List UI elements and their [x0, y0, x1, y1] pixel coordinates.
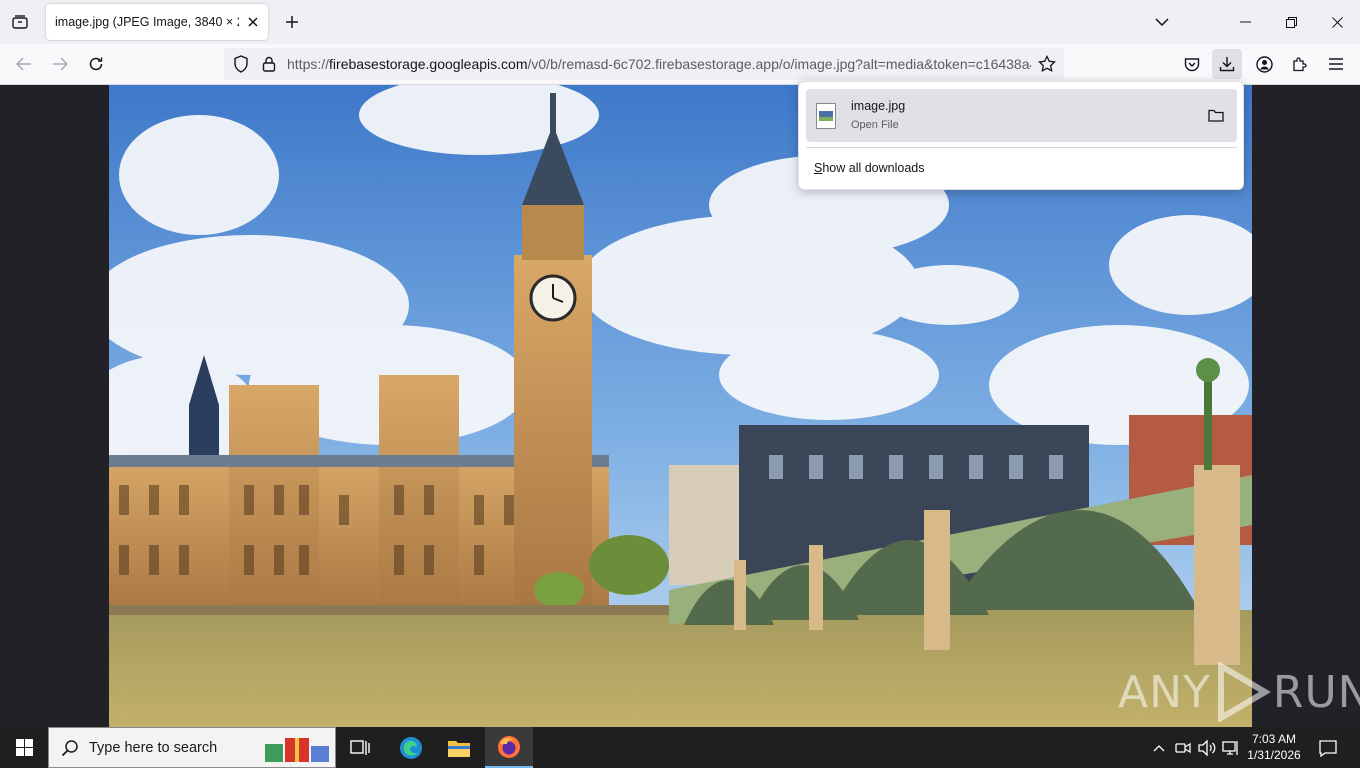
lock-icon[interactable] [260, 55, 278, 73]
downloads-button[interactable] [1212, 49, 1242, 79]
download-file-name: image.jpg [851, 99, 906, 113]
firefox-icon [498, 735, 520, 758]
app-menu-button[interactable] [1321, 49, 1351, 79]
pocket-icon [1184, 57, 1200, 71]
watermark-right: RUN [1272, 666, 1360, 718]
nav-bar: https://firebasestorage.googleapis.com/v… [0, 44, 1360, 85]
new-tab-button[interactable] [278, 8, 306, 36]
url-bar[interactable]: https://firebasestorage.googleapis.com/v… [224, 48, 1064, 80]
pocket-button[interactable] [1177, 49, 1207, 79]
extensions-button[interactable] [1285, 49, 1315, 79]
close-window-button[interactable] [1314, 0, 1360, 44]
start-button[interactable] [0, 727, 48, 768]
tab-list-button[interactable] [6, 8, 34, 36]
tab-active[interactable]: image.jpg (JPEG Image, 3840 × 2160 pixel… [46, 4, 268, 40]
close-icon [248, 17, 258, 27]
network-icon [1222, 741, 1238, 755]
file-explorer-taskbar-button[interactable] [435, 727, 483, 768]
anyrun-watermark: ANY RUN [1118, 662, 1360, 722]
clock-date: 1/31/2026 [1247, 748, 1301, 762]
gifts-icon [265, 738, 329, 762]
task-view-icon [350, 739, 370, 755]
download-item[interactable]: image.jpg Open File [806, 89, 1237, 142]
url-text[interactable]: https://firebasestorage.googleapis.com/v… [287, 56, 1031, 72]
plus-icon [286, 16, 298, 28]
back-icon [16, 57, 31, 71]
network-button[interactable] [1221, 738, 1241, 758]
extensions-icon [1293, 57, 1307, 72]
system-clock[interactable]: 7:03 AM 1/31/2026 [1243, 731, 1305, 763]
edge-icon [400, 736, 422, 759]
search-icon [61, 740, 78, 757]
forward-button[interactable] [45, 49, 75, 79]
minimize-icon [1239, 21, 1251, 23]
url-host: firebasestorage.googleapis.com [329, 56, 528, 72]
clock-time: 7:03 AM [1251, 732, 1297, 746]
chevron-down-icon [1155, 18, 1169, 26]
restore-icon [1285, 16, 1297, 28]
taskbar-search-box[interactable]: Type here to search [48, 727, 336, 768]
notification-center-button[interactable] [1318, 738, 1338, 758]
windows-icon [15, 739, 33, 756]
tab-strip: image.jpg (JPEG Image, 3840 × 2160 pixel… [0, 0, 1360, 44]
meet-icon [1175, 742, 1191, 754]
download-icon [1219, 57, 1235, 72]
volume-icon [1198, 740, 1216, 756]
meet-now-button[interactable] [1173, 738, 1193, 758]
show-all-label: how all downloads [822, 161, 925, 175]
file-explorer-icon [448, 740, 470, 757]
download-status: Open File [851, 119, 899, 131]
downloads-panel: image.jpg Open File Show all downloads [798, 81, 1244, 190]
tab-title: image.jpg (JPEG Image, 3840 × 2160 pixel… [55, 15, 239, 29]
back-button[interactable] [9, 49, 39, 79]
panel-divider [806, 147, 1237, 148]
edge-taskbar-button[interactable] [387, 727, 435, 768]
restore-button[interactable] [1268, 0, 1314, 44]
firefox-taskbar-button[interactable] [485, 727, 533, 768]
taskbar: Type here to search 7:03 AM 1/31/2026 [0, 727, 1360, 768]
list-all-tabs-button[interactable] [1148, 8, 1176, 36]
notification-icon [1319, 739, 1337, 757]
show-in-folder-button[interactable] [1203, 102, 1229, 128]
watermark-left: ANY [1118, 666, 1211, 718]
play-logo-icon [1217, 662, 1271, 722]
show-all-downloads-link[interactable]: Show all downloads [814, 161, 925, 175]
forward-icon [53, 57, 68, 71]
volume-button[interactable] [1197, 738, 1217, 758]
star-icon[interactable] [1038, 55, 1056, 73]
shield-icon[interactable] [232, 55, 250, 73]
folder-icon [1208, 109, 1224, 122]
reload-icon [89, 57, 103, 71]
minimize-button[interactable] [1222, 0, 1268, 44]
image-file-icon [816, 103, 836, 129]
menu-icon [1329, 58, 1343, 70]
tab-close-button[interactable] [244, 13, 262, 31]
show-hidden-icons-button[interactable] [1149, 738, 1169, 758]
task-view-button[interactable] [336, 727, 384, 768]
account-button[interactable] [1249, 49, 1279, 79]
search-placeholder: Type here to search [89, 740, 218, 756]
tab-list-icon [12, 15, 28, 29]
close-icon [1331, 16, 1343, 28]
chevron-up-icon [1153, 745, 1165, 752]
url-scheme: https:// [287, 56, 330, 72]
account-icon [1255, 55, 1273, 73]
url-path: /v0/b/remasd-6c702.firebasestorage.app/o… [527, 56, 1032, 72]
reload-button[interactable] [81, 49, 111, 79]
